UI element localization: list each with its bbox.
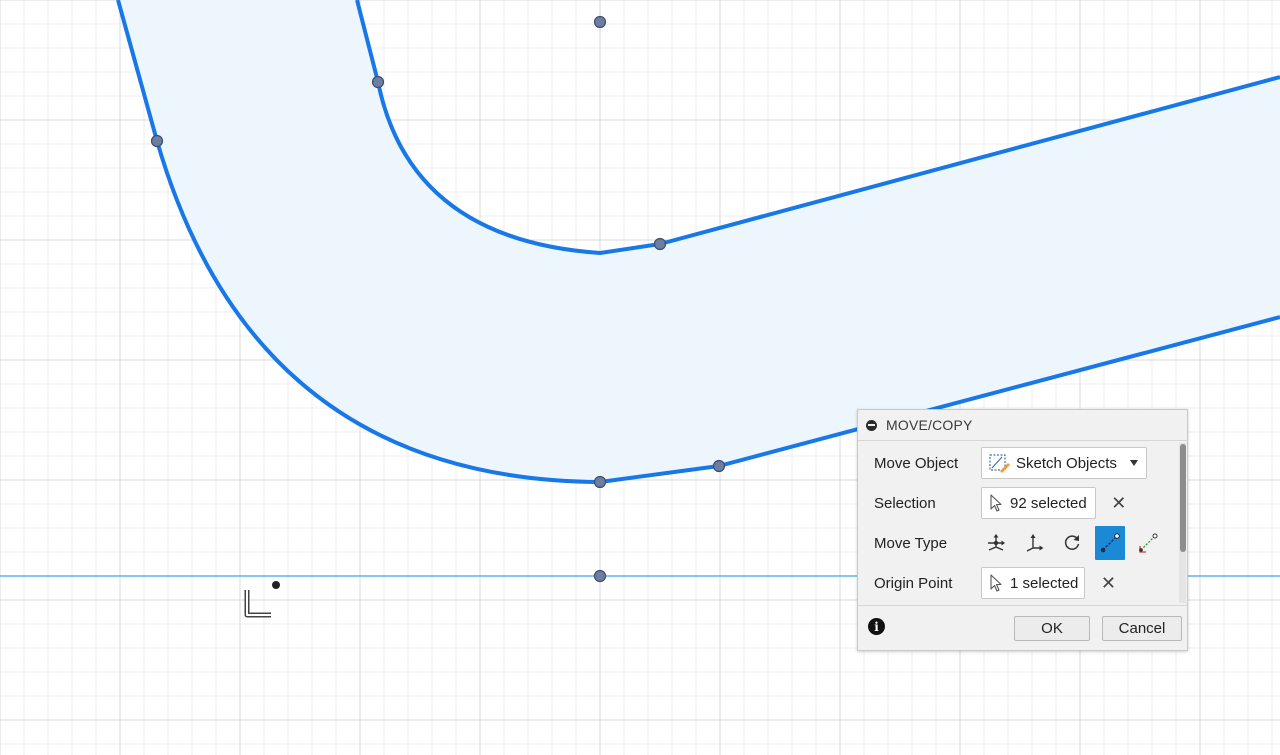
- info-icon[interactable]: i: [868, 618, 885, 635]
- point-to-position-icon: [1139, 533, 1158, 553]
- rotate-button[interactable]: [1057, 526, 1087, 560]
- move-object-value: Sketch Objects: [1016, 454, 1117, 472]
- origin-point-value: 1 selected: [1010, 574, 1079, 592]
- ok-button[interactable]: OK: [1014, 616, 1090, 641]
- clear-selection-icon[interactable]: ✕: [1110, 493, 1128, 514]
- origin-point-field[interactable]: 1 selected: [981, 567, 1086, 599]
- move-type-row: Move Type: [874, 526, 1171, 560]
- move-object-row: Move Object Sketch Objects: [874, 446, 1147, 480]
- cursor-arrow-icon: [990, 494, 1002, 512]
- point-to-point-icon: [1100, 533, 1120, 553]
- dialog-body: Move Object Sketch Objects Selection 92 …: [858, 441, 1188, 604]
- sketch-point[interactable]: [653, 237, 667, 251]
- translate-icon: [1026, 534, 1044, 552]
- selection-label: Selection: [874, 494, 936, 512]
- sketch-point[interactable]: [150, 134, 164, 148]
- selection-row: Selection 92 selected ✕: [874, 486, 1128, 520]
- collapse-icon[interactable]: [866, 419, 877, 431]
- sketch-point[interactable]: [593, 569, 607, 583]
- move-object-label: Move Object: [874, 454, 959, 472]
- chevron-down-icon: [1130, 460, 1138, 466]
- free-move-icon: [988, 534, 1005, 551]
- cursor-arrow-icon: [990, 574, 1002, 592]
- origin-point-label: Origin Point: [874, 574, 953, 592]
- selection-value: 92 selected: [1010, 494, 1087, 512]
- sketch-point[interactable]: [593, 475, 607, 489]
- sketch-point[interactable]: [371, 75, 385, 89]
- dialog-footer: i OK Cancel: [858, 605, 1188, 652]
- point-to-position-button[interactable]: [1133, 526, 1163, 560]
- cancel-button[interactable]: Cancel: [1102, 616, 1182, 641]
- origin-point-row: Origin Point 1 selected ✕: [874, 566, 1117, 600]
- selection-field[interactable]: 92 selected: [981, 487, 1096, 519]
- move-object-dropdown[interactable]: Sketch Objects: [981, 447, 1147, 479]
- dialog-scrollbar-thumb[interactable]: [1180, 444, 1186, 552]
- sketch-objects-icon: [989, 454, 1010, 473]
- point-to-point-button[interactable]: [1095, 526, 1125, 560]
- sketch-point[interactable]: [593, 15, 607, 29]
- rotate-icon: [1064, 535, 1080, 550]
- move-type-label: Move Type: [874, 534, 948, 552]
- sketch-point[interactable]: [712, 459, 726, 473]
- move-copy-dialog: MOVE/COPY Move Object Sketch Objects Sel…: [857, 409, 1188, 651]
- dialog-title: MOVE/COPY: [886, 417, 973, 433]
- clear-origin-point-icon[interactable]: ✕: [1099, 573, 1117, 594]
- dialog-header[interactable]: MOVE/COPY: [858, 410, 1187, 441]
- free-move-button[interactable]: [981, 526, 1011, 560]
- translate-button[interactable]: [1019, 526, 1049, 560]
